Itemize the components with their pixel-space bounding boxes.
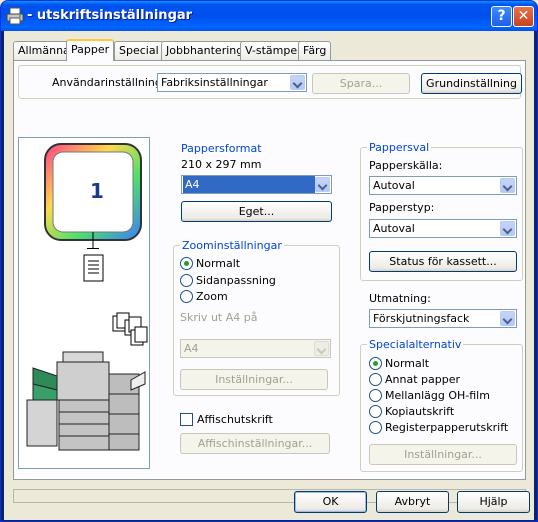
special-normal-radio[interactable]: Normalt	[369, 357, 429, 370]
copier-machine	[26, 351, 146, 451]
paper-source-value: Autoval	[373, 179, 415, 192]
radio-selected-icon[interactable]	[180, 257, 193, 270]
document-icon	[83, 254, 104, 282]
special-copy-print-label: Kopiautskrift	[385, 405, 455, 418]
chevron-down-icon[interactable]	[500, 178, 515, 193]
user-settings-value: Fabriksinställningar	[161, 76, 268, 89]
radio-icon[interactable]	[369, 389, 382, 402]
special-other-paper-radio[interactable]: Annat papper	[369, 373, 460, 386]
dialog-window: - utskriftsinställningar ? ✕ Allmänna Pa…	[0, 0, 538, 522]
defaults-button[interactable]: Grundinställning	[421, 73, 522, 94]
zoom-fit-label: Sidanpassning	[196, 274, 276, 287]
poster-settings-button[interactable]: Affischinställningar...	[180, 433, 330, 454]
cancel-button[interactable]: Avbryt	[376, 491, 449, 513]
help-title-button[interactable]: ?	[491, 6, 512, 27]
special-normal-label: Normalt	[385, 357, 430, 370]
special-other-paper-label: Annat papper	[385, 373, 460, 386]
zoom-normal-radio[interactable]: Normalt	[180, 257, 240, 270]
special-oh-film-radio[interactable]: Mellanlägg OH-film	[369, 389, 490, 402]
paper-source-label: Papperskälla:	[369, 159, 443, 172]
special-tab-paper-label: Registerpapperutskrift	[385, 421, 509, 434]
paper-format-select[interactable]: A4	[181, 175, 332, 194]
user-settings-select[interactable]: Fabriksinställningar	[157, 73, 307, 92]
chevron-down-icon[interactable]	[500, 311, 515, 326]
poster-checkbox-label: Affischutskrift	[197, 413, 273, 426]
chevron-down-icon[interactable]	[290, 75, 305, 90]
paper-type-label: Papperstyp:	[369, 201, 435, 214]
window-title: - utskriftsinställningar	[27, 8, 193, 23]
paper-source-select[interactable]: Autoval	[369, 176, 517, 195]
printer-icon	[6, 7, 24, 25]
print-on-value: A4	[184, 342, 199, 355]
output-value: Förskjutningsfack	[373, 312, 470, 325]
paper-size-text: 210 x 297 mm	[181, 158, 262, 171]
paper-tab-panel: Användarinställningar: Fabriksinställnin…	[13, 60, 526, 480]
zoom-settings-button[interactable]: Inställningar...	[180, 369, 328, 390]
poster-checkbox[interactable]: Affischutskrift	[180, 413, 273, 426]
chevron-down-icon[interactable]	[315, 177, 330, 192]
tab-farg[interactable]: Färg	[298, 41, 332, 60]
paper-format-label: Pappersformat	[181, 142, 262, 155]
zoom-normal-label: Normalt	[196, 257, 241, 270]
print-on-label: Skriv ut A4 på	[180, 311, 258, 324]
copies-icon	[112, 312, 148, 346]
tab-papper[interactable]: Papper	[66, 39, 115, 61]
printer-illustration	[26, 232, 148, 451]
radio-selected-icon[interactable]	[369, 357, 382, 370]
ok-button[interactable]: OK	[294, 491, 367, 513]
special-options-group-label: Specialalternativ	[367, 338, 464, 351]
paper-format-value: A4	[183, 176, 315, 193]
chevron-down-icon[interactable]	[314, 341, 329, 356]
radio-icon[interactable]	[369, 405, 382, 418]
dialog-client: Allmänna Papper Special Jobbhantering V-…	[4, 31, 534, 520]
radio-icon[interactable]	[369, 421, 382, 434]
radio-icon[interactable]	[180, 290, 193, 303]
checkbox-icon[interactable]	[180, 413, 193, 426]
paper-type-select[interactable]: Autoval	[369, 219, 517, 238]
help-button[interactable]: Hjälp	[457, 491, 530, 513]
zoom-zoom-label: Zoom	[196, 290, 228, 303]
print-preview: 1	[18, 137, 150, 469]
zoom-group-label: Zoominställningar	[180, 239, 284, 252]
special-settings-button[interactable]: Inställningar...	[369, 444, 517, 465]
special-tab-paper-radio[interactable]: Registerpapperutskrift	[369, 421, 508, 434]
custom-size-button[interactable]: Eget...	[181, 201, 332, 222]
paper-type-value: Autoval	[373, 222, 415, 235]
zoom-zoom-radio[interactable]: Zoom	[180, 290, 228, 303]
radio-icon[interactable]	[369, 373, 382, 386]
special-copy-print-radio[interactable]: Kopiautskrift	[369, 405, 454, 418]
output-select[interactable]: Förskjutningsfack	[369, 309, 517, 328]
title-bar[interactable]: - utskriftsinställningar ? ✕	[1, 1, 537, 31]
cassette-status-button[interactable]: Status för kassett...	[369, 251, 517, 272]
save-button[interactable]: Spara...	[312, 73, 410, 94]
tab-jobbhantering[interactable]: Jobbhantering	[161, 41, 249, 60]
radio-icon[interactable]	[180, 274, 193, 287]
chevron-down-icon[interactable]	[500, 221, 515, 236]
status-bar	[13, 489, 526, 503]
output-label: Utmatning:	[369, 292, 431, 305]
tab-v-stampel[interactable]: V-stämpel	[240, 41, 306, 60]
close-button[interactable]: ✕	[513, 6, 534, 27]
special-oh-film-label: Mellanlägg OH-film	[385, 389, 490, 402]
zoom-fit-radio[interactable]: Sidanpassning	[180, 274, 276, 287]
paper-selection-group-label: Pappersval	[367, 141, 432, 154]
print-on-select[interactable]: A4	[180, 339, 331, 358]
tab-special[interactable]: Special	[114, 41, 164, 60]
